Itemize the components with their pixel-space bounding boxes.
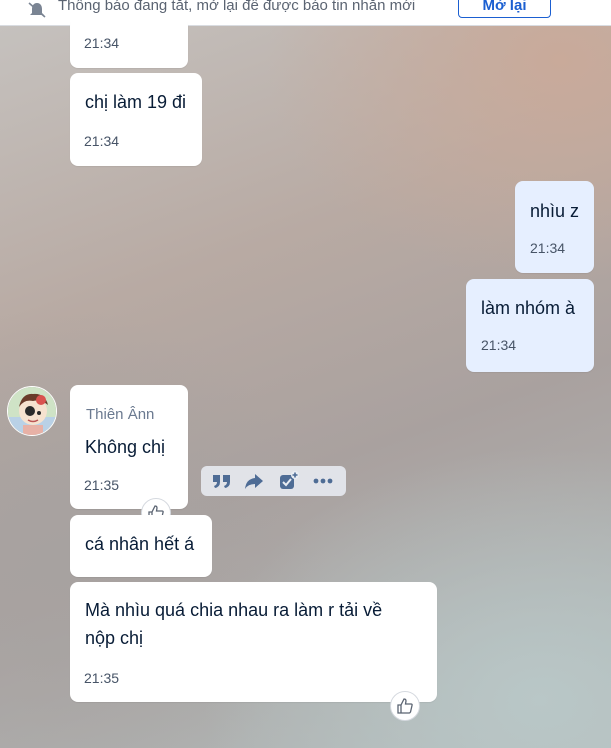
- notification-text: Thông báo đang tắt, mở lại để được báo t…: [58, 0, 416, 14]
- message-bubble[interactable]: Thiên Ânn Không chị 21:35: [70, 385, 188, 509]
- message-text: Không chị: [85, 437, 166, 457]
- message-text: làm nhóm à: [481, 298, 576, 318]
- my-message-bubble[interactable]: làm nhóm à 21:34: [466, 279, 594, 372]
- message-text: chị làm 19 đi: [85, 92, 187, 112]
- add-todo-icon[interactable]: [278, 471, 300, 491]
- forward-icon[interactable]: [243, 471, 265, 491]
- message-action-toolbar: [201, 466, 346, 496]
- avatar-image: [8, 387, 56, 435]
- sender-name: Thiên Ânn: [86, 406, 155, 423]
- more-icon[interactable]: [312, 471, 334, 491]
- avatar[interactable]: [7, 386, 57, 436]
- message-time: 21:34: [481, 337, 517, 353]
- message-time: 21:34: [84, 35, 120, 51]
- message-time: 21:34: [84, 133, 120, 149]
- message-bubble[interactable]: cá nhân hết á: [70, 515, 212, 577]
- bell-off-icon: [28, 2, 46, 18]
- my-message-bubble[interactable]: nhìu z 21:34: [515, 181, 594, 273]
- message-time: 21:34: [530, 240, 566, 256]
- quote-icon[interactable]: [211, 471, 233, 491]
- reenable-notifications-button[interactable]: Mở lại: [458, 0, 551, 18]
- thumbs-up-icon: [397, 698, 413, 714]
- message-bubble[interactable]: chị làm 19 đi 21:34: [70, 73, 202, 166]
- like-reaction-button[interactable]: [390, 691, 420, 721]
- message-text: Mà nhìu quá chia nhau ra làm r tải về nộ…: [85, 600, 383, 648]
- message-time: 21:35: [84, 670, 120, 686]
- message-text: cá nhân hết á: [85, 534, 195, 554]
- message-text: nhìu z: [530, 201, 580, 221]
- message-time: 21:35: [84, 477, 120, 493]
- message-bubble[interactable]: 21:34: [70, 18, 188, 68]
- message-bubble[interactable]: Mà nhìu quá chia nhau ra làm r tải về nộ…: [70, 582, 437, 702]
